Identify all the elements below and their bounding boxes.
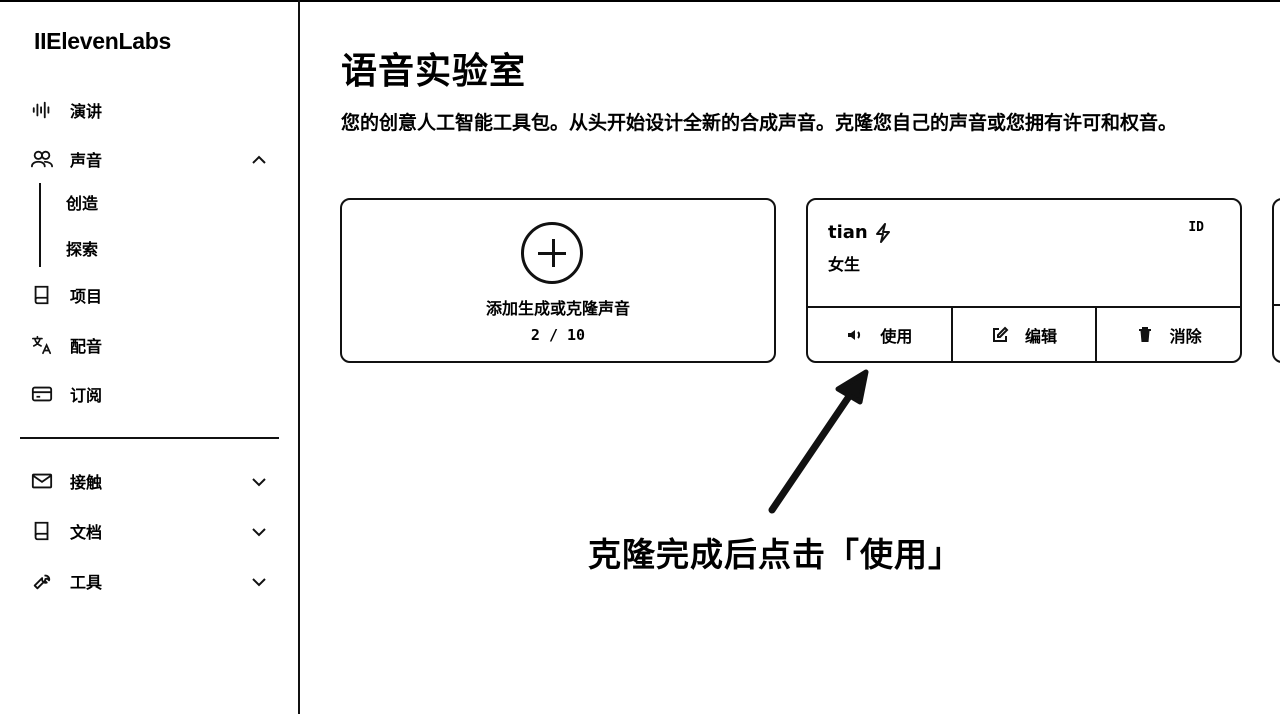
annotation-arrow xyxy=(768,369,869,514)
annotation-text: 克隆完成后点击「使用」 xyxy=(588,535,962,574)
